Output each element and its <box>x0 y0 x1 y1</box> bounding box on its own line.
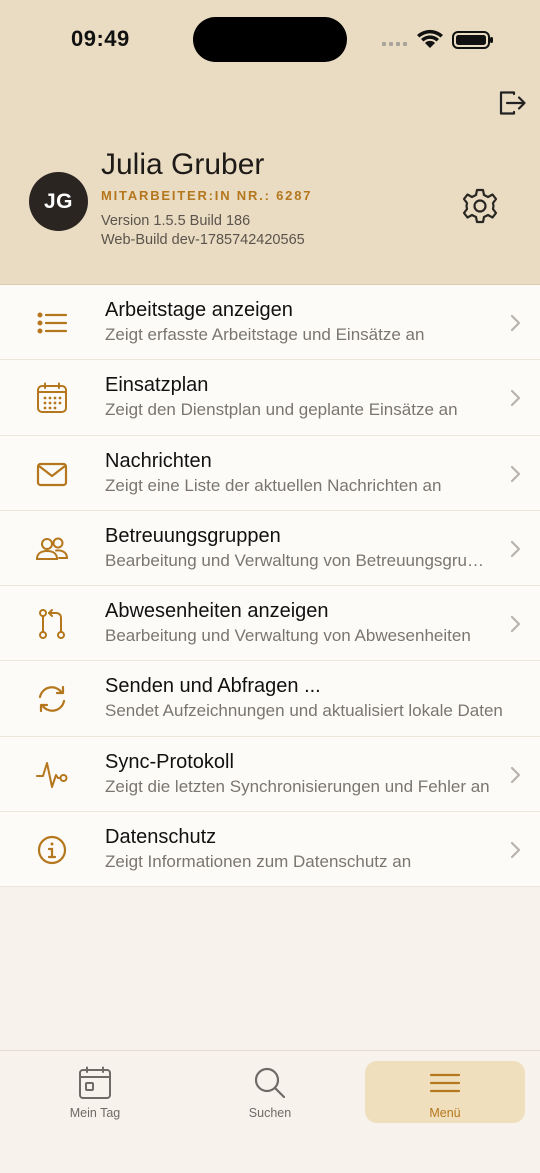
wifi-icon <box>417 29 443 48</box>
menu-item-subtitle: Zeigt den Dienstplan und geplante Einsät… <box>105 400 458 420</box>
activity-icon <box>36 761 68 788</box>
menu-item-betreuungsgruppen[interactable]: Betreuungsgruppen Bearbeitung und Verwal… <box>0 510 540 587</box>
menu-item-abwesenheiten[interactable]: Abwesenheiten anzeigen Bearbeitung und V… <box>0 586 540 662</box>
menu-item-subtitle: Zeigt eine Liste der aktuellen Nachricht… <box>105 475 442 495</box>
search-icon <box>254 1067 286 1099</box>
status-time: 09:49 <box>71 26 130 51</box>
chevron-right-icon <box>510 540 521 557</box>
chevron-right-icon <box>510 390 521 407</box>
gear-icon[interactable] <box>461 187 499 225</box>
menu-item-senden-abfragen[interactable]: Senden und Abfragen ... Sendet Aufzeichn… <box>0 661 540 737</box>
menu-item-title: Arbeitstage anzeigen <box>105 299 293 321</box>
chevron-right-icon <box>510 314 521 332</box>
tab-label: Suchen <box>248 1106 292 1120</box>
branch-icon <box>39 609 65 640</box>
calendar-icon <box>79 1066 111 1099</box>
menu-item-subtitle: Bearbeitung und Verwaltung von Betreuung… <box>105 550 490 570</box>
sync-icon <box>38 686 66 713</box>
menu-item-title: Betreuungsgruppen <box>105 524 281 547</box>
tab-suchen[interactable]: Suchen <box>190 1063 350 1123</box>
menu-item-einsatzplan[interactable]: Einsatzplan Zeigt den Dienstplan und gep… <box>0 360 540 436</box>
chevron-right-icon <box>510 465 521 482</box>
tab-menue[interactable]: Menü <box>365 1061 525 1123</box>
app-version: Version 1.5.5 Build 186 <box>101 213 251 229</box>
menu-item-subtitle: Zeigt Informationen zum Datenschutz an <box>105 852 412 872</box>
menu-item-subtitle: Sendet Aufzeichnungen und aktualisiert l… <box>105 701 503 721</box>
battery-icon <box>452 31 493 49</box>
calendar-grid-icon <box>37 382 67 414</box>
profile-header: 09:49 JG Julia Gruber MITARBEITER:IN NR.… <box>0 0 540 285</box>
tab-mein-tag[interactable]: Mein Tag <box>15 1063 175 1123</box>
menu-item-subtitle: Zeigt erfasste Arbeitstage und Einsätze … <box>105 325 425 344</box>
menu-icon <box>429 1073 461 1093</box>
chevron-right-icon <box>510 616 521 633</box>
dynamic-island <box>193 17 347 62</box>
menu-list: Arbeitstage anzeigen Zeigt erfasste Arbe… <box>0 285 540 888</box>
chevron-right-icon <box>510 766 521 783</box>
menu-item-title: Abwesenheiten anzeigen <box>105 600 329 623</box>
menu-item-title: Nachrichten <box>105 449 212 472</box>
tab-bar: Mein Tag Suchen Menü <box>0 1050 540 1173</box>
people-icon <box>35 537 69 560</box>
menu-item-title: Datenschutz <box>105 826 217 849</box>
list-icon <box>37 312 68 334</box>
menu-item-subtitle: Bearbeitung und Verwaltung von Abwesenhe… <box>105 626 471 646</box>
tab-label: Mein Tag <box>69 1106 121 1120</box>
info-icon <box>37 835 67 865</box>
menu-item-title: Einsatzplan <box>105 374 209 397</box>
status-icons <box>382 29 493 49</box>
menu-item-title: Sync-Protokoll <box>105 750 234 773</box>
envelope-icon <box>36 462 68 486</box>
web-build: Web-Build dev-1785742420565 <box>101 232 305 248</box>
menu-item-title: Senden und Abfragen ... <box>105 675 321 698</box>
menu-item-nachrichten[interactable]: Nachrichten Zeigt eine Liste der aktuell… <box>0 435 540 511</box>
avatar: JG <box>29 172 88 231</box>
logout-icon[interactable] <box>497 89 527 117</box>
menu-item-arbeitstage[interactable]: Arbeitstage anzeigen Zeigt erfasste Arbe… <box>0 285 540 361</box>
chevron-right-icon <box>510 841 521 859</box>
cellular-signal-icon <box>382 42 407 46</box>
menu-item-subtitle: Zeigt die letzten Synchronisierungen und… <box>105 776 490 796</box>
user-name: Julia Gruber <box>101 148 265 181</box>
menu-item-datenschutz[interactable]: Datenschutz Zeigt Informationen zum Date… <box>0 812 540 888</box>
menu-item-sync-protokoll[interactable]: Sync-Protokoll Zeigt die letzten Synchro… <box>0 736 540 813</box>
employee-number: MITARBEITER:IN NR.: 6287 <box>101 188 313 203</box>
tab-label: Menü <box>429 1106 461 1120</box>
